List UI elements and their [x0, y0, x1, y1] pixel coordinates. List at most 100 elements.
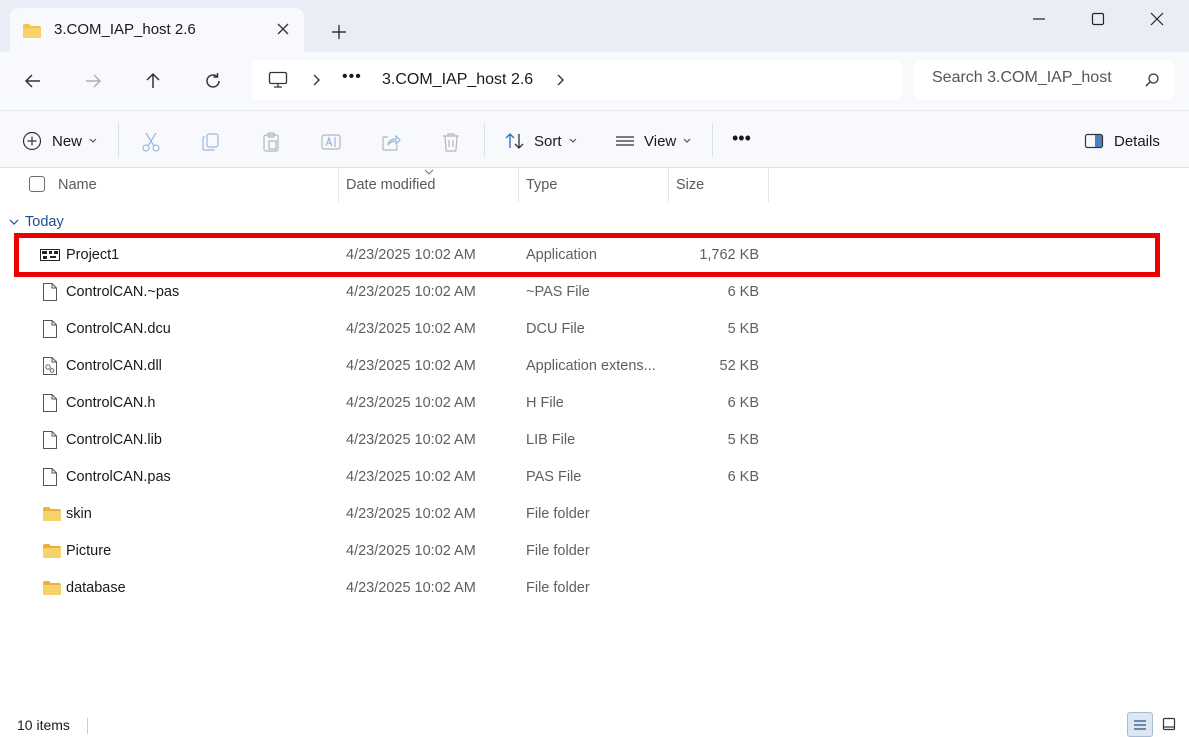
view-label: View: [644, 133, 677, 150]
file-row[interactable]: ControlCAN.pas 4/23/2025 10:02 AM PAS File…: [14, 459, 1160, 496]
file-row[interactable]: ControlCAN.lib 4/23/2025 10:02 AM LIB File…: [14, 422, 1160, 459]
file-row[interactable]: Project1 4/23/2025 10:02 AM Application 1,7…: [14, 237, 1160, 274]
search-box[interactable]: [914, 60, 1175, 100]
column-date-modified[interactable]: Date modified: [346, 177, 435, 193]
minimize-icon: [1033, 18, 1045, 20]
file-size: 5 KB: [727, 432, 759, 448]
details-pane-button[interactable]: Details: [1082, 111, 1162, 169]
new-tab-icon[interactable]: [327, 20, 351, 44]
file-row[interactable]: ControlCAN.dcu 4/23/2025 10:02 AM DCU File…: [14, 311, 1160, 348]
file-date-modified: 4/23/2025 10:02 AM: [346, 543, 476, 559]
sort-caret-icon: [424, 169, 434, 175]
sort-button[interactable]: Sort: [502, 111, 582, 169]
divider: [712, 123, 713, 157]
file-icon: [42, 467, 58, 490]
address-bar[interactable]: ••• 3.COM_IAP_host 2.6: [252, 60, 903, 100]
forward-arrow-icon: [86, 74, 102, 88]
file-type: ~PAS File: [526, 284, 590, 300]
forward-button[interactable]: [78, 66, 108, 96]
command-bar: New Sort View ••• Details: [0, 110, 1189, 168]
file-row[interactable]: ControlCAN.h 4/23/2025 10:02 AM H File 6 KB: [14, 385, 1160, 422]
share-button[interactable]: [380, 111, 404, 169]
close-tab-icon[interactable]: [272, 18, 294, 40]
up-arrow-icon: [146, 72, 160, 88]
sort-icon: [505, 133, 524, 149]
chevron-down-icon: [9, 219, 19, 225]
file-type: Application: [526, 247, 597, 263]
details-view-button[interactable]: [1127, 712, 1153, 737]
trash-icon: [443, 133, 459, 152]
refresh-button[interactable]: [198, 66, 228, 96]
chevron-right-icon[interactable]: [556, 73, 566, 87]
file-icon: [42, 393, 58, 416]
select-all-checkbox[interactable]: [29, 176, 45, 192]
column-divider[interactable]: [338, 168, 339, 202]
chevron-down-icon: [683, 138, 691, 143]
group-label: Today: [25, 214, 64, 230]
view-lines-icon: [616, 136, 634, 146]
maximize-button[interactable]: [1075, 6, 1121, 32]
file-name: ControlCAN.~pas: [66, 284, 180, 300]
folder-icon: [23, 24, 41, 38]
file-type: LIB File: [526, 432, 576, 448]
chevron-right-icon[interactable]: [312, 73, 322, 87]
refresh-icon: [206, 73, 220, 88]
up-button[interactable]: [138, 66, 168, 96]
back-arrow-icon: [24, 74, 40, 88]
file-name: ControlCAN.dcu: [66, 321, 171, 337]
file-type: DCU File: [526, 321, 585, 337]
file-row[interactable]: Picture 4/23/2025 10:02 AM File folder: [14, 533, 1160, 570]
sort-label: Sort: [534, 133, 562, 150]
view-button[interactable]: View: [612, 111, 694, 169]
title-bar: 3.COM_IAP_host 2.6: [0, 0, 1189, 52]
cut-button[interactable]: [140, 111, 164, 169]
breadcrumb-overflow[interactable]: •••: [342, 68, 362, 86]
this-pc-icon: [268, 71, 288, 88]
divider: [484, 123, 485, 157]
file-name: skin: [66, 506, 92, 522]
details-view-icon: [1134, 720, 1146, 730]
column-divider[interactable]: [518, 168, 519, 202]
details-label: Details: [1114, 133, 1160, 150]
back-button[interactable]: [18, 66, 48, 96]
file-type: File folder: [526, 506, 590, 522]
chevron-down-icon: [89, 138, 97, 143]
divider: [118, 123, 119, 157]
file-size: 1,762 KB: [699, 247, 759, 263]
minimize-button[interactable]: [1016, 6, 1062, 32]
tiles-view-button[interactable]: [1157, 712, 1183, 737]
tiles-view-icon: [1162, 717, 1176, 731]
delete-button[interactable]: [440, 111, 464, 169]
file-date-modified: 4/23/2025 10:02 AM: [346, 469, 476, 485]
copy-button[interactable]: [200, 111, 224, 169]
file-date-modified: 4/23/2025 10:02 AM: [346, 358, 476, 374]
dll-file-icon: [42, 356, 58, 379]
file-row[interactable]: ControlCAN.~pas 4/23/2025 10:02 AM ~PAS Fi…: [14, 274, 1160, 311]
file-size: 5 KB: [727, 321, 759, 337]
paste-button[interactable]: [260, 111, 284, 169]
file-icon: [42, 282, 58, 305]
file-row[interactable]: ControlCAN.dll 4/23/2025 10:02 AM Applicat…: [14, 348, 1160, 385]
file-row[interactable]: database 4/23/2025 10:02 AM File folder: [14, 570, 1160, 607]
file-type: PAS File: [526, 469, 582, 485]
item-count: 10 items: [17, 717, 70, 733]
column-name[interactable]: Name: [58, 177, 97, 193]
folder-icon: [42, 506, 62, 525]
breadcrumb-current[interactable]: 3.COM_IAP_host 2.6: [382, 71, 533, 89]
file-size: 6 KB: [727, 284, 759, 300]
rename-button[interactable]: [320, 111, 344, 169]
more-options-button[interactable]: •••: [732, 111, 756, 169]
tab-current-folder[interactable]: 3.COM_IAP_host 2.6: [10, 8, 304, 52]
file-row[interactable]: skin 4/23/2025 10:02 AM File folder: [14, 496, 1160, 533]
column-divider[interactable]: [668, 168, 669, 202]
column-size[interactable]: Size: [676, 177, 704, 193]
file-name: Project1: [66, 247, 120, 263]
file-date-modified: 4/23/2025 10:02 AM: [346, 321, 476, 337]
maximize-icon: [1091, 12, 1105, 26]
search-input[interactable]: [932, 69, 1132, 87]
new-button[interactable]: New: [20, 111, 102, 169]
column-type[interactable]: Type: [526, 177, 557, 193]
file-size: 6 KB: [727, 395, 759, 411]
column-divider[interactable]: [768, 168, 769, 202]
close-window-button[interactable]: [1134, 6, 1180, 32]
